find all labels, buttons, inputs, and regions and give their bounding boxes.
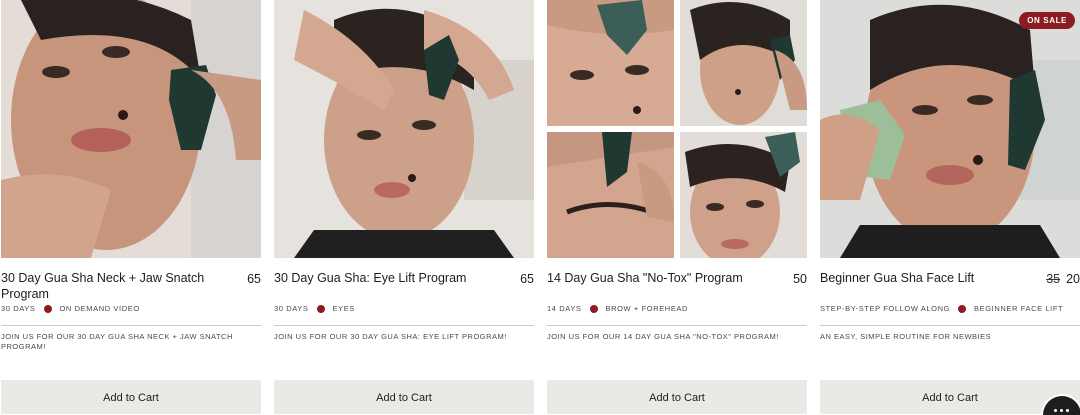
product-price: 65 (520, 272, 534, 286)
add-to-cart-button[interactable]: Add to Cart (820, 380, 1080, 414)
product-image-link[interactable] (1, 0, 261, 258)
product-description: JOIN US FOR OUR 30 DAY GUA SHA NECK + JA… (1, 332, 233, 351)
product-price-row: 65 (520, 272, 534, 286)
sale-badge: ON SALE (1019, 12, 1075, 29)
divider (547, 325, 807, 326)
product-meta: 14 DAYS BROW + FOREHEAD (547, 304, 688, 313)
product-title[interactable]: 30 Day Gua Sha: Eye Lift Program (274, 270, 479, 286)
product-title[interactable]: Beginner Gua Sha Face Lift (820, 270, 1025, 286)
product-card: 14 Day Gua Sha "No-Tox" Program 50 14 DA… (547, 0, 807, 415)
dot-icon (43, 304, 52, 313)
product-image-link[interactable]: ON SALE (820, 0, 1080, 258)
product-original-price: 35 (1046, 272, 1061, 286)
product-grid: 30 Day Gua Sha Neck + Jaw Snatch Program… (0, 0, 1080, 415)
product-price-row: 50 (793, 272, 807, 286)
product-meta: STEP-BY-STEP FOLLOW ALONG BEGINNER FACE … (820, 304, 1063, 313)
add-to-cart-button[interactable]: Add to Cart (547, 380, 807, 414)
dot-icon (958, 304, 967, 313)
dot-icon (316, 304, 325, 313)
product-title[interactable]: 14 Day Gua Sha "No-Tox" Program (547, 270, 752, 286)
chat-dot (1066, 409, 1069, 412)
add-to-cart-button[interactable]: Add to Cart (1, 380, 261, 414)
product-meta: 30 DAYS EYES (274, 304, 355, 313)
product-category: BEGINNER FACE LIFT (974, 304, 1064, 313)
product-image-link[interactable] (274, 0, 534, 258)
product-price-row: 65 (247, 272, 261, 286)
product-image-link[interactable] (547, 0, 807, 258)
product-duration: 30 DAYS (274, 304, 309, 313)
product-photo (547, 0, 674, 126)
product-photo (1, 0, 261, 258)
product-price: 65 (247, 272, 261, 286)
chat-dot (1060, 409, 1063, 412)
product-price: 20 (1066, 272, 1080, 286)
product-photo (274, 0, 534, 258)
product-category: EYES (332, 304, 355, 313)
divider (820, 325, 1080, 326)
product-description: JOIN US FOR OUR 14 DAY GUA SHA "NO-TOX" … (547, 332, 779, 341)
product-photo (820, 0, 1080, 258)
product-duration: 14 DAYS (547, 304, 582, 313)
dot-icon (589, 304, 598, 313)
product-category: BROW + FOREHEAD (605, 304, 689, 313)
product-duration: STEP-BY-STEP FOLLOW ALONG (820, 304, 951, 313)
divider (274, 325, 534, 326)
product-photo (680, 132, 807, 258)
product-duration: 30 DAYS (1, 304, 36, 313)
product-card: 30 Day Gua Sha: Eye Lift Program 65 30 D… (274, 0, 534, 415)
product-category: ON DEMAND VIDEO (59, 304, 140, 313)
product-title[interactable]: 30 Day Gua Sha Neck + Jaw Snatch Program (1, 270, 206, 302)
product-photo (547, 132, 674, 258)
product-description: AN EASY, SIMPLE ROUTINE FOR NEWBIES (820, 332, 992, 341)
product-price: 50 (793, 272, 807, 286)
chat-dot (1054, 409, 1057, 412)
product-meta: 30 DAYS ON DEMAND VIDEO (1, 304, 140, 313)
product-description: JOIN US FOR OUR 30 DAY GUA SHA: EYE LIFT… (274, 332, 507, 341)
product-photo (680, 0, 807, 126)
product-card: ON SALE Beginner Gua Sha Face Lift 35 20… (820, 0, 1080, 415)
product-card: 30 Day Gua Sha Neck + Jaw Snatch Program… (1, 0, 261, 415)
add-to-cart-button[interactable]: Add to Cart (274, 380, 534, 414)
product-price-row: 35 20 (1046, 272, 1080, 286)
divider (1, 325, 261, 326)
